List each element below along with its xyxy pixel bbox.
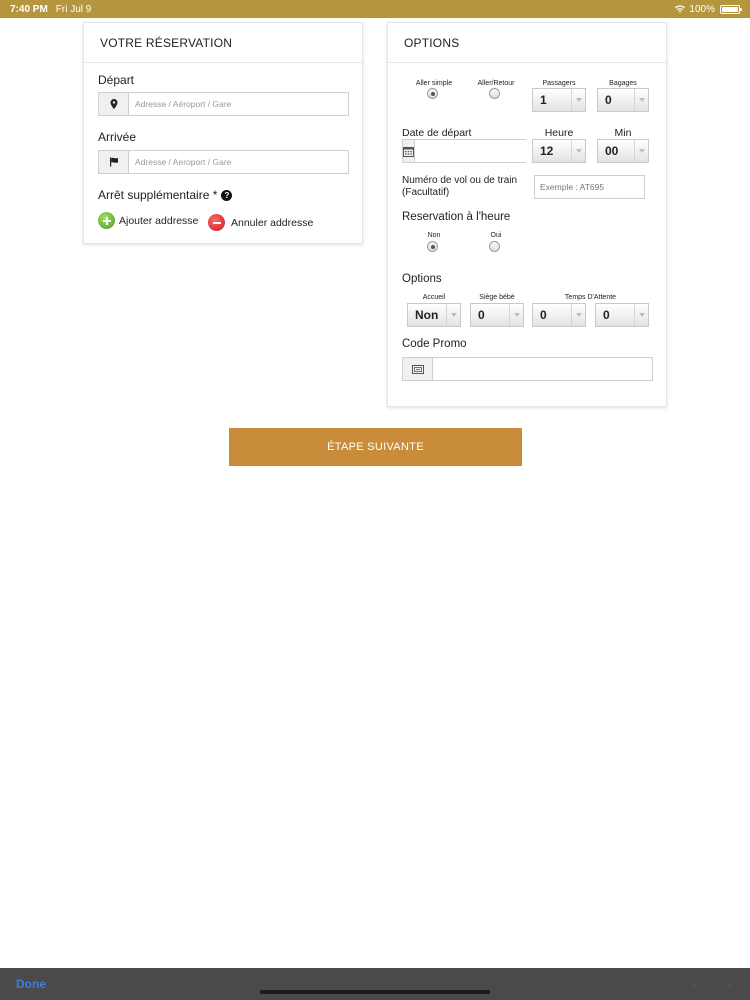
hour-label: Heure (544, 127, 574, 139)
arrival-field (98, 150, 349, 174)
ticket-icon (403, 358, 433, 380)
promo-field (402, 357, 653, 381)
baby-seat-label: Siège bébé (479, 294, 515, 301)
hour-value: 12 (540, 144, 554, 158)
min-select[interactable]: 00 (597, 139, 649, 163)
help-icon[interactable]: ? (221, 190, 233, 202)
wifi-icon (675, 5, 686, 13)
hourly-yes-radio[interactable] (489, 241, 500, 252)
hourly-no-radio[interactable] (427, 241, 438, 252)
departure-date-input[interactable] (415, 140, 532, 162)
welcome-value: Non (415, 308, 439, 322)
add-address-label: Ajouter addresse (119, 214, 199, 227)
flag-icon (99, 151, 129, 173)
min-label: Min (614, 127, 632, 139)
keyboard-accessory-bar: Done ← → (0, 968, 750, 1000)
promo-label: Code Promo (402, 338, 467, 350)
chevron-down-icon (634, 89, 648, 111)
welcome-label: Accueil (422, 294, 446, 301)
departure-date-label: Date de départ (402, 127, 472, 139)
status-right: 100% (674, 3, 742, 15)
arrival-input[interactable] (129, 151, 348, 173)
status-time: 7:40 PM (10, 3, 48, 15)
cancel-address-label: Annuler addresse (231, 216, 314, 229)
departure-field (98, 92, 349, 116)
chevron-down-icon (571, 304, 585, 326)
battery-percent: 100% (689, 3, 715, 15)
chevron-down-icon (634, 140, 648, 162)
hourly-yes-label: Oui (490, 232, 502, 239)
departure-label: Départ (98, 73, 135, 87)
home-indicator (260, 990, 490, 994)
plus-circle-icon (98, 212, 115, 229)
flight-label: Numéro de vol ou de train (Facultatif) (402, 175, 518, 198)
bags-label: Bagages (609, 80, 637, 87)
options-label: Options (402, 273, 442, 285)
hour-select[interactable]: 12 (532, 139, 586, 163)
trip-one-way-radio[interactable] (427, 88, 438, 99)
wait-time-value-2: 0 (603, 308, 610, 322)
hourly-no-label: Non (427, 232, 441, 239)
reservation-title: VOTRE RÉSERVATION (84, 23, 362, 63)
battery-icon (720, 4, 742, 14)
trip-one-way-label: Aller simple (415, 80, 453, 87)
hourly-label: Reservation à l'heure (402, 211, 511, 223)
next-step-button[interactable]: ÉTAPE SUIVANTE (229, 428, 522, 466)
chevron-down-icon (571, 89, 585, 111)
promo-input[interactable] (433, 358, 652, 380)
status-date: Fri Jul 9 (55, 3, 92, 15)
baby-seat-select[interactable]: 0 (470, 303, 524, 327)
status-bar: 7:40 PM Fri Jul 9 100% (0, 0, 750, 18)
minus-circle-icon (208, 214, 225, 231)
wait-time-select-1[interactable]: 0 (532, 303, 586, 327)
chevron-down-icon (509, 304, 523, 326)
chevron-down-icon (571, 140, 585, 162)
done-button[interactable]: Done (16, 977, 46, 991)
trip-round-radio[interactable] (489, 88, 500, 99)
calendar-icon (403, 140, 415, 162)
bags-select[interactable]: 0 (597, 88, 649, 112)
trip-round-label: Aller/Retour (477, 80, 515, 87)
passengers-label: Passagers (542, 80, 576, 87)
welcome-select[interactable]: Non (407, 303, 461, 327)
chevron-down-icon (634, 304, 648, 326)
bags-value: 0 (605, 93, 612, 107)
previous-field-icon[interactable]: ← (690, 979, 700, 990)
options-card: OPTIONS Aller simple Aller/Retour Passag… (387, 22, 667, 407)
flight-input[interactable] (534, 175, 645, 199)
map-pin-icon (99, 93, 129, 115)
cancel-address-button[interactable]: Annuler addresse (208, 214, 313, 231)
options-title: OPTIONS (388, 23, 666, 63)
chevron-down-icon (446, 304, 460, 326)
wait-time-label: Temps D'Attente (564, 294, 617, 301)
extra-stop-row: Arrêt supplémentaire *? (98, 188, 233, 202)
departure-input[interactable] (129, 93, 348, 115)
extra-stop-label: Arrêt supplémentaire * (98, 188, 218, 202)
baby-seat-value: 0 (478, 308, 485, 322)
min-value: 00 (605, 144, 619, 158)
reservation-card: VOTRE RÉSERVATION Départ Arrivée Arrêt s… (83, 22, 363, 244)
wait-time-select-2[interactable]: 0 (595, 303, 649, 327)
passengers-select[interactable]: 1 (532, 88, 586, 112)
next-field-icon[interactable]: → (724, 979, 734, 990)
add-address-button[interactable]: Ajouter addresse (98, 212, 198, 229)
passengers-value: 1 (540, 93, 547, 107)
wait-time-value-1: 0 (540, 308, 547, 322)
arrival-label: Arrivée (98, 130, 137, 144)
departure-date-field (402, 139, 532, 163)
